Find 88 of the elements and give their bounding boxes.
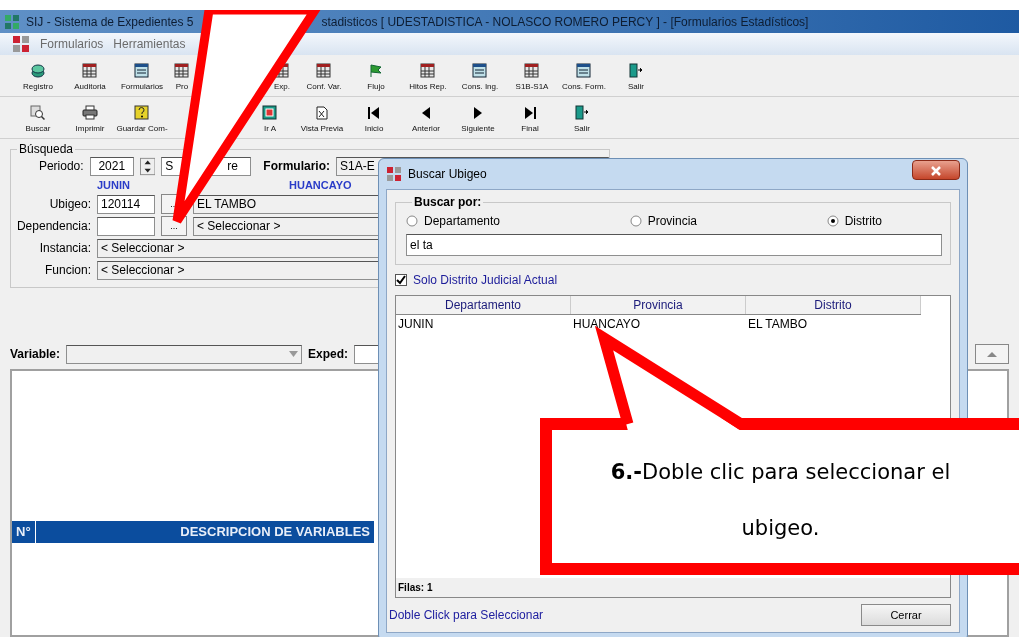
- spinner-icon: [139, 156, 156, 176]
- toolbar-button[interactable]: Salir: [610, 62, 662, 96]
- toolbar-button[interactable]: Guardar Com-: [116, 104, 168, 138]
- close-button[interactable]: [912, 160, 960, 180]
- toolbar-button[interactable]: Final: [504, 104, 556, 138]
- variable-dropdown[interactable]: [66, 344, 303, 364]
- app-menu-icon: [12, 35, 30, 53]
- flag-icon: [368, 63, 384, 79]
- department-name: JUNIN: [97, 177, 131, 193]
- app-icon: [4, 13, 20, 30]
- field-label: Ubigeo:: [48, 196, 91, 213]
- form-icon: [472, 63, 488, 79]
- radio-icon[interactable]: [406, 215, 418, 227]
- grid-icon: [524, 63, 540, 79]
- field-label: Formulario:: [263, 158, 330, 175]
- radio-option[interactable]: Provincia: [629, 212, 698, 230]
- radio-icon[interactable]: [826, 215, 839, 227]
- toolbar-button[interactable]: Conf. Var.: [298, 62, 350, 96]
- page-preview-icon: [314, 105, 330, 121]
- menu-item[interactable]: Herramientas: [113, 35, 186, 53]
- goto-icon: [262, 105, 278, 121]
- row-count: Filas: 1: [396, 578, 950, 597]
- table-cell[interactable]: HUANCAYO: [571, 315, 746, 333]
- column-header: Provincia: [571, 296, 746, 314]
- radio-icon[interactable]: [629, 215, 642, 227]
- help-note-icon: [134, 105, 150, 121]
- toolbar-button[interactable]: Cons. Form.: [558, 62, 610, 96]
- column-header: N°: [12, 521, 36, 543]
- group-title: Buscar por:: [413, 196, 483, 208]
- dropdown-caret-icon: [289, 351, 299, 357]
- toolbar-button[interactable]: Auditoria: [64, 62, 116, 96]
- dialog-title: Buscar Ubigeo: [408, 166, 487, 183]
- column-header: Departamento: [396, 296, 571, 314]
- hint-text: Doble Click para Seleccionar: [389, 607, 544, 624]
- exit-door-icon: [574, 105, 590, 121]
- radio-option[interactable]: Distrito: [826, 212, 882, 230]
- toolbar-button[interactable]: Registro: [12, 62, 64, 96]
- grid-icon: [316, 63, 332, 79]
- province-name: HUANCAYO: [289, 177, 352, 193]
- close-button[interactable]: Cerrar: [861, 604, 951, 626]
- window-title: SIJ - Sistema de Expedientes 5: [26, 13, 194, 31]
- menu-item[interactable]: Formularios: [40, 35, 104, 53]
- printer-icon: [82, 105, 98, 121]
- table-cell[interactable]: EL TAMBO: [746, 315, 921, 333]
- scroll-up-button[interactable]: [975, 344, 1009, 364]
- toolbar-button[interactable]: Cons. Ing.: [454, 62, 506, 96]
- grid-icon: [82, 63, 98, 79]
- search-icon: [30, 105, 46, 121]
- period-text: S: [165, 157, 174, 175]
- form-icon: [134, 63, 150, 79]
- last-icon: [522, 105, 538, 121]
- table-cell[interactable]: JUNIN: [396, 315, 571, 333]
- search-field[interactable]: el ta: [406, 234, 942, 256]
- field-label: Variable:: [10, 346, 61, 363]
- document-stack-icon: [30, 63, 46, 79]
- grid-icon: [420, 63, 436, 79]
- group-title: Búsqueda: [18, 143, 75, 155]
- code-field[interactable]: [97, 216, 155, 236]
- toolbar-button[interactable]: Flujo: [350, 62, 402, 96]
- column-header: Distrito: [746, 296, 921, 314]
- up-arrow-icon: [985, 350, 999, 360]
- toolbar-button[interactable]: Buscar: [12, 104, 64, 138]
- field-label: Exped:: [308, 346, 349, 363]
- toolbar-button[interactable]: Salir: [556, 104, 608, 138]
- exit-door-icon: [628, 63, 644, 79]
- field-label: Dependencia:: [15, 218, 91, 235]
- window-title: stadisticos [ UDESTADISTICA - NOLASCO ROMERO PERCY ] - [Formularios Estadísticos]: [321, 13, 809, 31]
- field-label: Instancia:: [38, 240, 91, 257]
- toolbar-button[interactable]: Inicio: [348, 104, 400, 138]
- toolbar-button[interactable]: Anterior: [400, 104, 452, 138]
- close-icon: [930, 164, 942, 177]
- first-icon: [366, 105, 382, 121]
- grid-icon: [174, 63, 190, 79]
- column-header: DESCRIPCION DE VARIABLES: [179, 523, 371, 541]
- year-field[interactable]: 2021: [89, 156, 134, 176]
- toolbar-button[interactable]: S1B-S1A: [506, 62, 558, 96]
- code-field[interactable]: 120114: [97, 194, 155, 214]
- toolbar-button[interactable]: Formularios: [116, 62, 168, 96]
- checkbox[interactable]: [395, 274, 407, 286]
- toolbar-button[interactable]: Siguiente: [452, 104, 504, 138]
- toolbar-button[interactable]: Vista Previa: [296, 104, 348, 138]
- form-icon: [576, 63, 592, 79]
- period-text: re: [227, 157, 238, 175]
- field-label: Periodo:: [37, 158, 84, 175]
- toolbar-button[interactable]: Imprimir: [64, 104, 116, 138]
- toolbar-button[interactable]: Hitos Rep.: [402, 62, 454, 96]
- field-label: Funcion:: [43, 262, 91, 279]
- app-icon: [386, 166, 402, 182]
